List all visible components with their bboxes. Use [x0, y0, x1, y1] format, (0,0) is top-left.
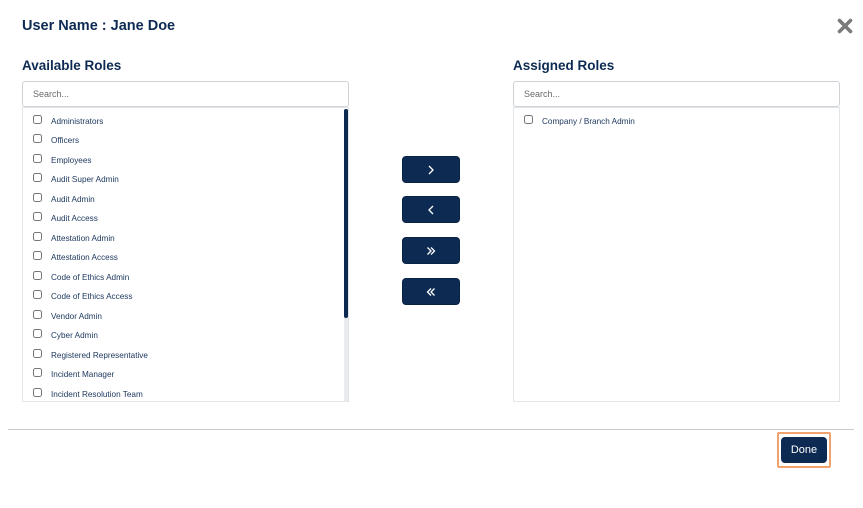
- role-list-item[interactable]: Employees: [33, 150, 92, 166]
- available-roles-search-input[interactable]: [22, 81, 349, 107]
- role-list-item[interactable]: Company / Branch Admin: [524, 111, 635, 127]
- role-list-item[interactable]: Cyber Admin: [33, 326, 98, 342]
- role-label: Audit Admin: [51, 194, 95, 204]
- role-label: Officers: [51, 136, 80, 145]
- role-checkbox[interactable]: [33, 329, 42, 338]
- role-list-item[interactable]: Attestation Access: [33, 248, 118, 264]
- double-chevron-left-icon: [426, 287, 435, 296]
- role-checkbox[interactable]: [33, 368, 42, 377]
- chevron-right-icon: [428, 165, 434, 174]
- role-checkbox[interactable]: [33, 192, 42, 202]
- role-list-item[interactable]: Registered Representative: [33, 345, 148, 361]
- role-checkbox[interactable]: [33, 134, 42, 143]
- role-checkbox[interactable]: [33, 231, 42, 241]
- close-icon: [837, 18, 853, 34]
- role-label: Attestation Access: [51, 253, 118, 262]
- role-checkbox[interactable]: [33, 173, 42, 182]
- role-list-item[interactable]: Incident Manager: [33, 365, 114, 381]
- role-list-item[interactable]: Audit Access: [33, 209, 98, 225]
- role-label: Attestation Admin: [51, 233, 115, 243]
- move-selected-right-button[interactable]: [402, 156, 460, 183]
- role-list-item[interactable]: Audit Admin: [33, 189, 95, 205]
- role-label: Audit Super Admin: [51, 175, 119, 184]
- role-list-item[interactable]: Incident Resolution Team: [33, 384, 143, 400]
- role-checkbox[interactable]: [524, 114, 533, 124]
- role-label: Incident Manager: [51, 370, 115, 379]
- role-label: Company / Branch Admin: [542, 116, 635, 126]
- assigned-roles-heading: Assigned Roles: [513, 58, 615, 73]
- role-label: Audit Access: [51, 214, 98, 223]
- role-checkbox[interactable]: [33, 251, 42, 260]
- assigned-roles-search-input[interactable]: [513, 81, 840, 107]
- role-checkbox[interactable]: [33, 270, 42, 280]
- role-label: Cyber Admin: [51, 331, 98, 340]
- role-list-item[interactable]: Audit Super Admin: [33, 170, 119, 186]
- role-label: Code of Ethics Admin: [51, 272, 130, 282]
- role-checkbox[interactable]: [33, 114, 42, 124]
- footer-divider: [8, 429, 854, 430]
- role-list-item[interactable]: Code of Ethics Access: [33, 287, 132, 303]
- double-chevron-right-icon: [427, 246, 436, 255]
- role-label: Incident Resolution Team: [51, 389, 143, 399]
- available-roles-list[interactable]: Administrators Officers Employees Audit Sup…: [22, 107, 349, 402]
- assigned-roles-list[interactable]: Company / Branch Admin: [513, 107, 840, 402]
- role-checkbox[interactable]: [33, 387, 42, 397]
- role-label: Vendor Admin: [51, 311, 102, 321]
- available-roles-scrollbar[interactable]: [344, 109, 348, 401]
- role-list-item[interactable]: Administrators: [33, 111, 103, 127]
- role-checkbox[interactable]: [33, 290, 42, 299]
- move-all-right-button[interactable]: [402, 237, 460, 264]
- role-label: Employees: [51, 155, 92, 165]
- available-roles-heading: Available Roles: [22, 58, 122, 73]
- role-label: Administrators: [51, 116, 104, 126]
- role-checkbox[interactable]: [33, 348, 42, 358]
- dialog-title: User Name : Jane Doe: [22, 18, 176, 34]
- role-list-item[interactable]: Officers: [33, 131, 79, 147]
- role-list-item[interactable]: Code of Ethics Admin: [33, 267, 129, 283]
- role-checkbox[interactable]: [33, 309, 42, 319]
- move-selected-left-button[interactable]: [402, 196, 460, 223]
- close-button[interactable]: [834, 15, 856, 37]
- role-list-item[interactable]: Vendor Admin: [33, 306, 102, 322]
- done-button[interactable]: Done: [781, 437, 827, 463]
- scrollbar-thumb[interactable]: [344, 109, 348, 318]
- move-all-left-button[interactable]: [402, 278, 460, 305]
- role-list-item[interactable]: Attestation Admin: [33, 228, 115, 244]
- chevron-left-icon: [428, 205, 434, 214]
- role-label: Registered Representative: [51, 350, 148, 360]
- role-checkbox[interactable]: [33, 212, 42, 221]
- role-label: Code of Ethics Access: [51, 292, 133, 301]
- role-checkbox[interactable]: [33, 153, 42, 163]
